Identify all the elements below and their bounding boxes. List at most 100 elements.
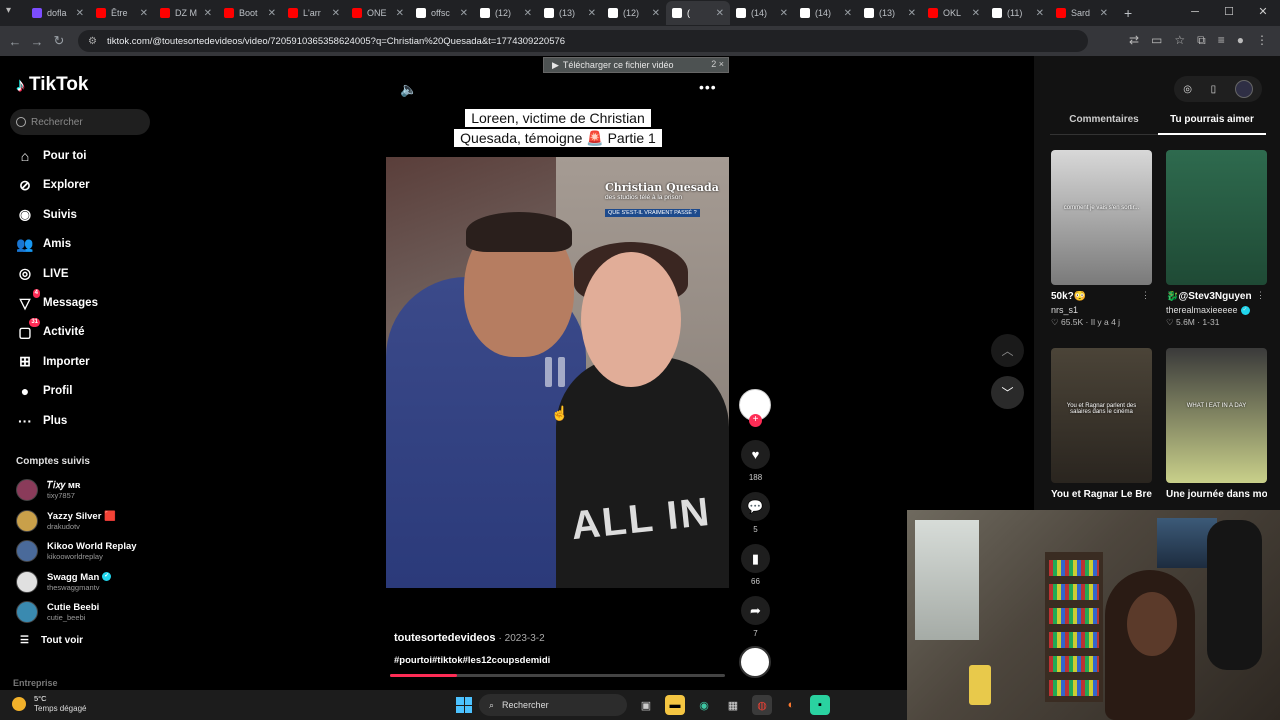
tab-close-icon[interactable]: ✕ [716,8,724,19]
reload-icon[interactable]: ↻ [48,33,70,49]
browser-tab[interactable]: (14) ✕ [794,1,858,25]
firefox-icon[interactable]: ◐ [781,695,801,715]
edge-icon[interactable]: ◉ [694,695,714,715]
tab-close-icon[interactable]: ✕ [652,8,660,19]
video-thumbnail[interactable]: You et Ragnar parlent des salaires dans … [1051,348,1152,483]
browser-tab[interactable]: (14) ✕ [730,1,794,25]
file-explorer-icon[interactable]: ▬ [665,695,685,715]
tab-comments[interactable]: Commentaires [1050,114,1158,135]
recommended-video-card[interactable]: 🐉@Stev3Nguyen therealmaxieeeee ✓ ♡ 5.6M · 1… [1166,150,1267,328]
followed-account[interactable]: Kikoo World Replay kikooworldreplay [16,540,137,562]
browser-tab[interactable]: dofla ✕ [26,1,90,25]
video-thumbnail[interactable]: WHAT I EAT IN A DAY [1166,348,1267,483]
music-disc-icon[interactable] [739,646,771,678]
tab-close-icon[interactable]: ✕ [460,8,468,19]
browser-tab[interactable]: ONE ✕ [346,1,410,25]
tab-close-icon[interactable]: ✕ [332,8,340,19]
video-hashtags[interactable]: #pourtoi#tiktok#les12coupsdemidi [394,655,550,666]
tab-close-icon[interactable]: ✕ [588,8,596,19]
browser-tab[interactable]: (✕ [666,1,730,25]
video-progress-bar[interactable] [390,674,725,677]
card-menu-icon[interactable]: ⋮ [1256,290,1265,301]
extensions-icon[interactable]: ⧉ [1197,33,1206,48]
video-thumbnail[interactable]: comment je vais s'en sortir... [1051,150,1152,285]
windows-start-icon[interactable] [456,697,472,713]
maximize-icon[interactable]: ☐ [1212,0,1246,24]
tab-close-icon[interactable]: ✕ [524,8,532,19]
forward-icon[interactable]: → [26,34,48,49]
sidebar-item-profile[interactable]: ● Profil [16,381,73,401]
back-icon[interactable]: ← [4,34,26,49]
sidebar-item-upload[interactable]: ⊞ Importer [16,352,90,372]
author-avatar[interactable]: + [739,389,771,427]
tiktok-logo[interactable]: ♪ TikTok [16,74,88,96]
tab-close-icon[interactable]: ✕ [396,8,404,19]
footer-entreprise[interactable]: Entreprise [13,678,58,688]
browser-tab[interactable]: (12) ✕ [474,1,538,25]
followed-account[interactable]: Yazzy Silver 🟥 drakudotv [16,509,116,532]
task-view-icon[interactable]: ▣ [636,695,656,715]
tab-close-icon[interactable]: ✕ [780,8,788,19]
tab-close-icon[interactable]: ✕ [1100,8,1108,19]
translate-icon[interactable]: ⇄ [1129,33,1139,48]
chrome-icon[interactable]: ◍ [752,695,772,715]
tab-close-icon[interactable]: ✕ [140,8,148,19]
recommended-video-card[interactable]: comment je vais s'en sortir... 50k?😳 nrs_s… [1051,150,1152,328]
address-bar[interactable]: ⚙ tiktok.com/@toutesortedevideos/video/7… [78,30,1088,52]
next-video-button[interactable]: ﹀ [991,376,1024,409]
browser-tab[interactable]: Sard ✕ [1050,1,1114,25]
tab-close-icon[interactable]: ✕ [268,8,276,19]
bookmark-star-icon[interactable]: ☆ [1174,33,1185,48]
sidebar-item-following[interactable]: ◉ Suivis [16,205,77,225]
phone-icon[interactable]: ▯ [1211,84,1217,95]
cast-icon[interactable]: ▭ [1151,33,1162,48]
user-avatar[interactable] [1234,80,1253,98]
followed-account[interactable]: Swagg Man ✓ theswaggmantv [16,570,112,593]
browser-tab[interactable]: offsc ✕ [410,1,474,25]
sidebar-item-more[interactable]: ··· Plus [16,411,67,431]
media-icon[interactable]: ≡ [1218,33,1225,48]
search-input[interactable]: Rechercher [10,109,150,135]
tab-close-icon[interactable]: ✕ [76,8,84,19]
sidebar-item-messages[interactable]: ▽ 4 Messages [16,289,98,313]
profile-avatar-icon[interactable]: ● [1237,33,1244,48]
browser-tab[interactable]: Boot ✕ [218,1,282,25]
taskbar-search[interactable]: ⌕ Rechercher [479,694,627,716]
new-tab-icon[interactable]: + [1124,5,1132,21]
browser-tab[interactable]: (11) ✕ [986,1,1050,25]
tab-close-icon[interactable]: ✕ [204,8,212,19]
video-author[interactable]: toutesortedevideos · 2023-3-2 [394,632,545,644]
followed-account[interactable]: Cutie Beebi cutie_beebi [16,601,99,623]
previous-video-button[interactable]: ︿ [991,334,1024,367]
video-thumbnail[interactable] [1166,150,1267,285]
follow-plus-icon[interactable]: + [749,414,762,427]
comment-button[interactable]: 💬 5 [741,492,770,534]
browser-tab[interactable]: (12) ✕ [602,1,666,25]
app-icon[interactable]: ▪ [810,695,830,715]
download-video-bar[interactable]: ▶ Télécharger ce fichier vidéo 2 × [543,57,729,73]
minimize-icon[interactable]: ─ [1178,0,1212,24]
compass-small-icon[interactable]: ◎ [1183,84,1192,95]
followed-account[interactable]: 𝑇𝑖𝑥𝑦 ᴍʀ tixy7857 [16,479,80,501]
tab-close-icon[interactable]: ✕ [972,8,980,19]
sidebar-item-live[interactable]: ◎ LIVE [16,264,69,284]
browser-tab[interactable]: (13) ✕ [538,1,602,25]
like-button[interactable]: ♥ 188 [741,440,770,482]
tab-close-icon[interactable]: ✕ [908,8,916,19]
sidebar-item-home[interactable]: ⌂ Pour toi [16,146,87,166]
more-options-icon[interactable]: ••• [699,79,717,95]
recommended-video-card[interactable]: WHAT I EAT IN A DAY Une journée dans mon … [1166,348,1267,500]
tab-search-icon[interactable]: ▾ [6,5,11,16]
sidebar-item-activity[interactable]: ▢ 31 Activité [16,318,85,342]
volume-icon[interactable]: 🔈 [400,81,417,98]
store-icon[interactable]: ▦ [723,695,743,715]
weather-widget[interactable]: 5°C Temps dégagé [12,694,86,714]
card-menu-icon[interactable]: ⋮ [1141,290,1150,301]
menu-icon[interactable]: ⋮ [1256,33,1268,48]
site-info-icon[interactable]: ⚙ [88,36,97,47]
browser-tab[interactable]: L'arr ✕ [282,1,346,25]
browser-tab[interactable]: (13) ✕ [858,1,922,25]
sidebar-item-compass[interactable]: ⊘ Explorer [16,175,90,195]
browser-tab[interactable]: OKL ✕ [922,1,986,25]
close-window-icon[interactable]: ✕ [1246,0,1280,24]
